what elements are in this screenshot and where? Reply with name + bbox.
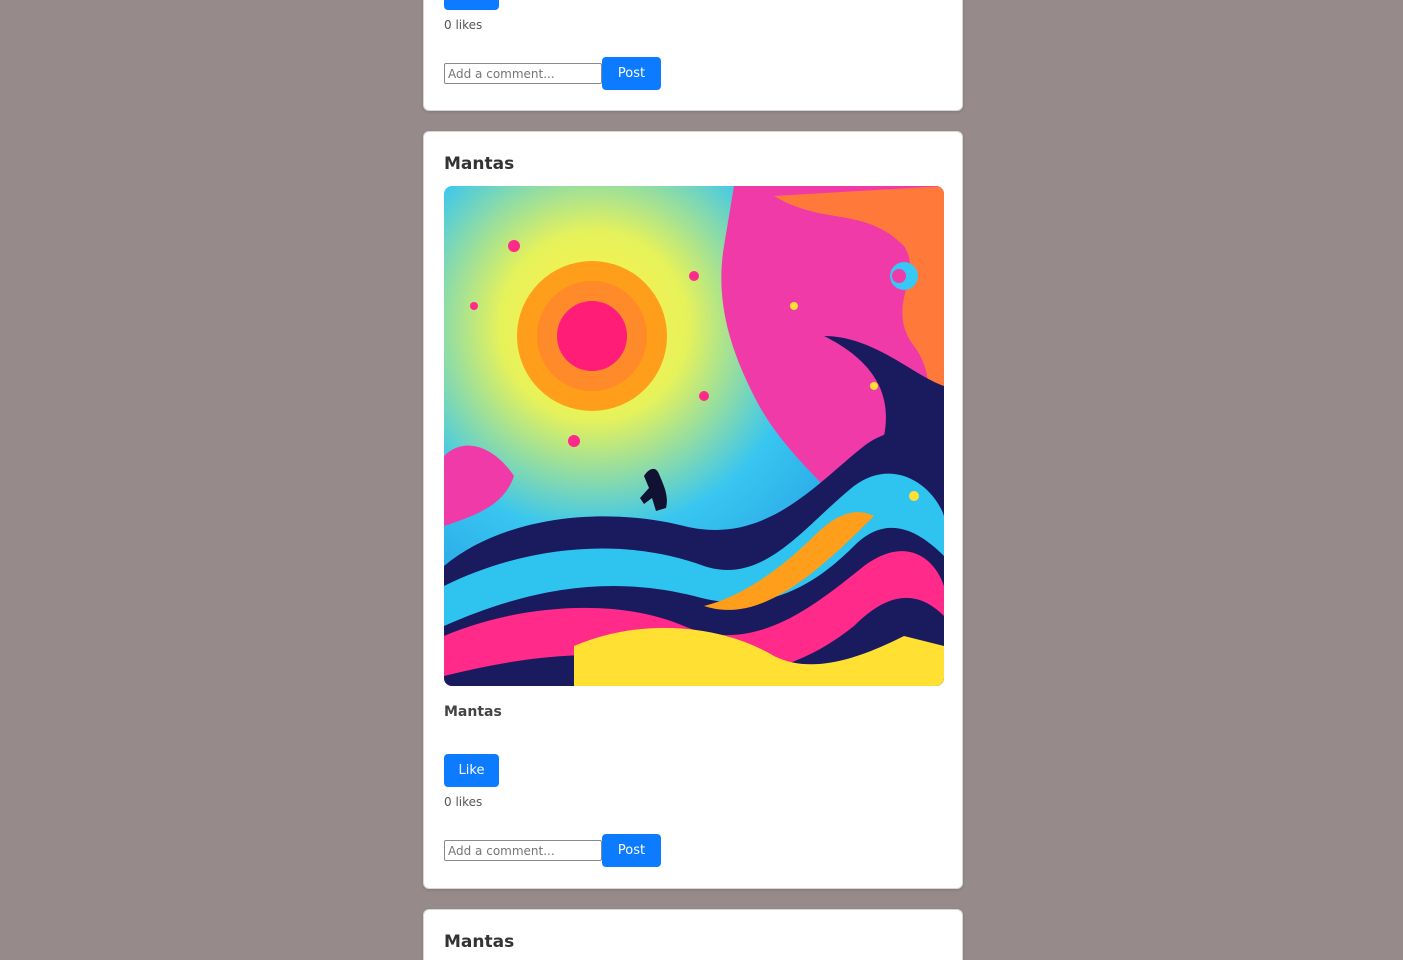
comment-form: Post <box>444 834 661 867</box>
likes-count: 0 likes <box>444 18 483 32</box>
post-feed: Like 0 likes Post Mantas <box>0 0 1403 960</box>
comment-input[interactable] <box>444 840 602 861</box>
post-card: Mantas <box>423 909 963 960</box>
like-button[interactable]: Like <box>444 754 499 787</box>
post-author: Mantas <box>444 154 515 174</box>
post-card: Mantas <box>423 131 963 889</box>
post-card: Like 0 likes Post <box>423 0 963 111</box>
post-caption: Mantas <box>444 704 502 720</box>
post-comment-button[interactable]: Post <box>602 57 661 90</box>
like-button[interactable]: Like <box>444 0 499 10</box>
comment-input[interactable] <box>444 63 602 84</box>
post-comment-button[interactable]: Post <box>602 834 661 867</box>
post-author: Mantas <box>444 932 515 952</box>
comment-form: Post <box>444 57 661 90</box>
post-image <box>444 186 944 686</box>
likes-count: 0 likes <box>444 795 483 809</box>
